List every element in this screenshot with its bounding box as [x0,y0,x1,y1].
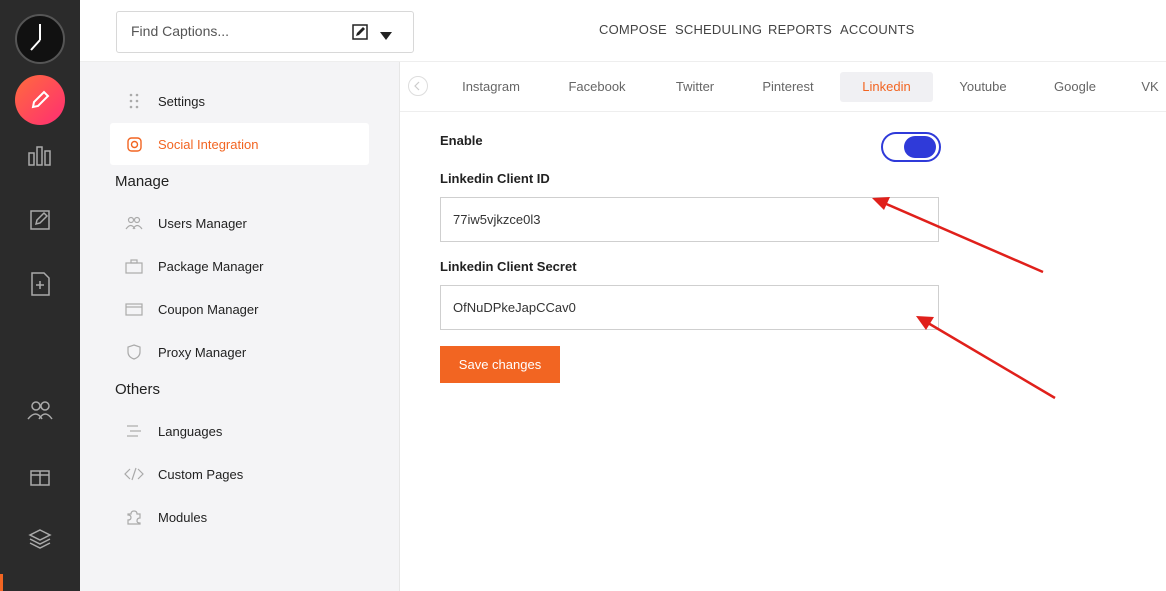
enable-toggle[interactable] [881,132,941,162]
others-heading: Others [115,381,161,398]
tab-youtube[interactable]: Youtube [940,72,1026,102]
grip-dots-icon [110,93,158,109]
sidebar-item-label: Users Manager [158,215,247,231]
tab-instagram[interactable]: Instagram [448,72,534,102]
client-secret-label: Linkedin Client Secret [440,259,577,274]
nav-accounts[interactable]: ACCOUNTS [840,22,915,37]
tab-facebook[interactable]: Facebook [554,72,640,102]
tab-linkedin[interactable]: Linkedin [840,72,933,102]
active-rail-marker [0,574,3,591]
chevron-left-icon[interactable] [408,76,428,96]
nav-compose[interactable]: COMPOSE [599,22,667,37]
sidebar-item-label: Package Manager [158,258,264,274]
arrow-to-client-id [872,197,1044,274]
tab-vk[interactable]: VK [1130,72,1166,102]
sidebar-item-label: Languages [158,423,223,439]
client-id-label: Linkedin Client ID [440,171,550,186]
bar-chart-icon[interactable] [22,137,58,173]
nav-reports[interactable]: REPORTS [768,22,832,37]
clock-logo-icon[interactable] [15,14,65,64]
sidebar-item-label: Settings [158,93,205,109]
layers-icon[interactable] [22,521,58,557]
sidebar-item-users-manager[interactable]: Users Manager [110,202,369,244]
instagram-icon [110,136,158,152]
top-bar: COMPOSE SCHEDULING REPORTS ACCOUNTS [80,0,1166,62]
social-tabs: Instagram Facebook Twitter Pinterest Lin… [400,62,1166,112]
sidebar-item-custom-pages[interactable]: Custom Pages [110,453,369,495]
sidebar-item-label: Custom Pages [158,466,244,482]
annotation-arrows [872,197,1056,400]
coupon-icon [110,302,158,316]
arrow-to-client-secret [916,316,1056,400]
sidebar-item-label: Proxy Manager [158,344,247,360]
gift-icon[interactable] [22,457,58,493]
sidebar-item-languages[interactable]: Languages [110,410,369,452]
tab-pinterest[interactable]: Pinterest [745,72,831,102]
enable-label: Enable [440,133,483,148]
package-icon [110,258,158,274]
languages-icon [110,424,158,438]
sidebar-item-label: Social Integration [158,136,259,152]
sidebar-item-modules[interactable]: Modules [110,496,369,538]
add-document-icon[interactable] [22,266,58,302]
nav-scheduling[interactable]: SCHEDULING [675,22,762,37]
tab-google[interactable]: Google [1032,72,1118,102]
sidebar-item-social-integration[interactable]: Social Integration [110,123,369,165]
compose-pencil-button[interactable] [15,75,65,125]
manage-heading: Manage [115,173,170,190]
save-changes-button[interactable]: Save changes [440,346,560,383]
caret-down-icon[interactable] [380,27,392,45]
tab-twitter[interactable]: Twitter [652,72,738,102]
edit-square-icon[interactable] [22,202,58,238]
left-rail [0,0,80,591]
code-icon [110,467,158,481]
sidebar-item-coupon-manager[interactable]: Coupon Manager [110,288,369,330]
toggle-knob [904,136,936,158]
users-icon[interactable] [22,392,58,428]
sidebar-item-settings[interactable]: Settings [110,80,369,122]
sidebar-item-proxy-manager[interactable]: Proxy Manager [110,331,369,373]
edit-caption-icon[interactable] [352,24,368,45]
puzzle-icon [110,509,158,525]
sidebar-item-package-manager[interactable]: Package Manager [110,245,369,287]
settings-sidebar: Settings Social Integration Manage Users… [80,62,400,591]
search-box [116,11,414,53]
sidebar-item-label: Modules [158,509,208,525]
users-icon [110,216,158,230]
search-input[interactable] [131,23,331,39]
shield-icon [110,344,158,360]
sidebar-item-label: Coupon Manager [158,301,259,317]
